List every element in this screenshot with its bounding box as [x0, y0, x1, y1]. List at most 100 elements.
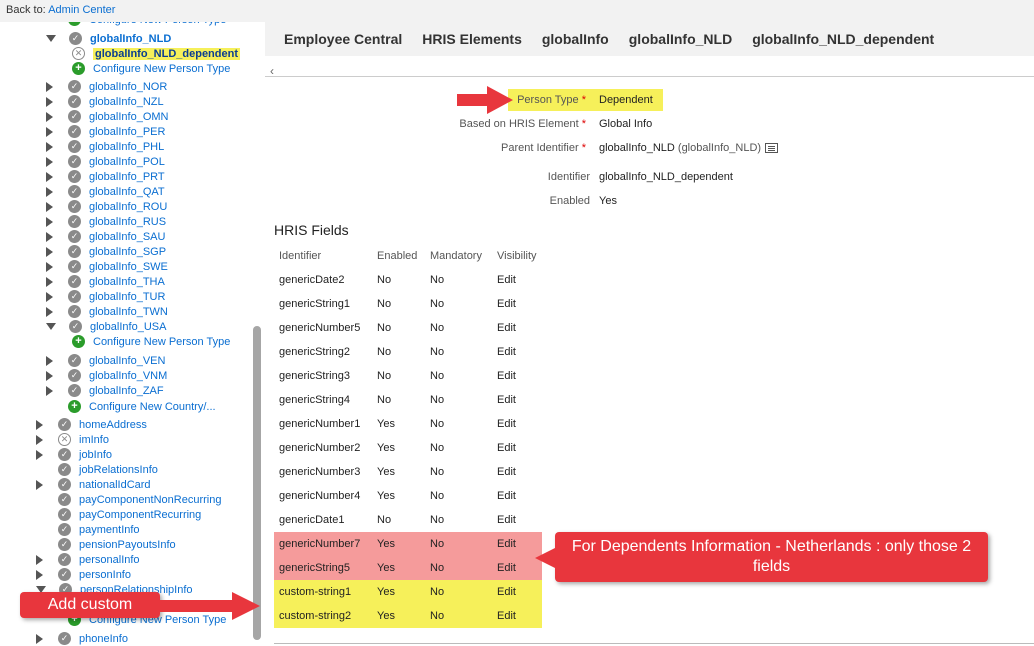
tree-item[interactable]: ✓ globalInfo_POL — [46, 154, 165, 169]
expand-icon[interactable] — [46, 231, 53, 242]
tree-item-label[interactable]: phoneInfo — [79, 633, 128, 645]
breadcrumb-item[interactable]: globalInfo — [542, 31, 609, 47]
tree-item-label[interactable]: globalInfo_TWN — [89, 306, 168, 318]
tree-item-label[interactable]: globalInfo_POL — [89, 156, 165, 168]
tree-item[interactable]: ✓ globalInfo_PER — [46, 124, 165, 139]
tree-item-label[interactable]: jobRelationsInfo — [79, 464, 158, 476]
tree-item-label[interactable]: globalInfo_OMN — [89, 111, 169, 123]
expand-icon[interactable] — [46, 186, 53, 197]
tree-item-label[interactable]: globalInfo_QAT — [89, 186, 165, 198]
tree-item[interactable]: + Configure New Person Type — [46, 22, 226, 27]
tree-item-label[interactable]: paymentInfo — [79, 524, 140, 536]
tree-item[interactable]: ✓ payComponentNonRecurring — [36, 492, 221, 507]
tree-item-label[interactable]: globalInfo_ROU — [89, 201, 167, 213]
tree-item[interactable]: ✓ globalInfo_NZL — [46, 94, 164, 109]
tree-item-label[interactable]: globalInfo_SAU — [89, 231, 165, 243]
tree-item-label[interactable]: imInfo — [79, 434, 109, 446]
tree-item-label[interactable]: globalInfo_THA — [89, 276, 165, 288]
tree-item[interactable]: ✓ paymentInfo — [36, 522, 140, 537]
expand-icon[interactable] — [46, 370, 53, 381]
tree-item[interactable]: ✓ globalInfo_RUS — [46, 214, 166, 229]
expand-icon[interactable] — [46, 246, 53, 257]
tree-item-label[interactable]: personalInfo — [79, 554, 140, 566]
table-row[interactable]: genericString4 No No Edit — [274, 388, 542, 412]
expand-icon[interactable] — [36, 569, 43, 580]
collapse-icon[interactable] — [46, 35, 56, 42]
tree-item-label[interactable]: globalInfo_PER — [89, 126, 165, 138]
collapse-icon[interactable] — [46, 323, 56, 330]
tree-item[interactable]: ✓ globalInfo_VEN — [46, 353, 165, 368]
tree-item[interactable]: ✓ globalInfo_TUR — [46, 289, 165, 304]
tree-item-label[interactable]: personInfo — [79, 569, 131, 581]
tree-item-label[interactable]: payComponentRecurring — [79, 509, 201, 521]
tree-item-label[interactable]: globalInfo_NLD — [90, 33, 171, 45]
tree-item[interactable]: ✓ personalInfo — [36, 552, 140, 567]
expand-icon[interactable] — [36, 633, 43, 644]
tree-item[interactable]: ✓ globalInfo_TWN — [46, 304, 168, 319]
tree-item-label[interactable]: globalInfo_VEN — [89, 355, 165, 367]
table-row[interactable]: genericString1 No No Edit — [274, 292, 542, 316]
tree-item-label[interactable]: homeAddress — [79, 419, 147, 431]
tree-item[interactable]: ✓ globalInfo_SGP — [46, 244, 166, 259]
tree-item[interactable]: ✓ globalInfo_ZAF — [46, 383, 164, 398]
tree-item-label[interactable]: globalInfo_VNM — [89, 370, 167, 382]
tree-item[interactable]: ✓ personInfo — [36, 567, 131, 582]
tree-item-label[interactable]: globalInfo_USA — [90, 321, 166, 333]
expand-icon[interactable] — [36, 434, 43, 445]
tree-item[interactable]: ✓ globalInfo_PRT — [46, 169, 165, 184]
tree-item[interactable]: ✕ imInfo — [36, 432, 109, 447]
expand-icon[interactable] — [46, 306, 53, 317]
tree-item-label[interactable]: payComponentNonRecurring — [79, 494, 221, 506]
expand-icon[interactable] — [46, 216, 53, 227]
tree-item-label[interactable]: Configure New Person Type — [89, 22, 226, 26]
table-row[interactable]: custom-string1 Yes No Edit — [274, 580, 542, 604]
table-row[interactable]: genericString5 Yes No Edit — [274, 556, 542, 580]
tree-item-label[interactable]: Configure New Person Type — [93, 63, 230, 75]
tree-item[interactable]: + Configure New Country/... — [46, 399, 216, 414]
breadcrumb-item[interactable]: HRIS Elements — [422, 31, 522, 47]
expand-icon[interactable] — [46, 156, 53, 167]
tree-item-label[interactable]: pensionPayoutsInfo — [79, 539, 176, 551]
tree-item[interactable]: ✓ globalInfo_USA — [46, 319, 166, 334]
expand-icon[interactable] — [46, 111, 53, 122]
expand-icon[interactable] — [46, 81, 53, 92]
expand-icon[interactable] — [36, 479, 43, 490]
tree-item[interactable]: ✓ pensionPayoutsInfo — [36, 537, 176, 552]
expand-icon[interactable] — [46, 126, 53, 137]
tree-item[interactable]: ✓ globalInfo_THA — [46, 274, 165, 289]
expand-icon[interactable] — [36, 449, 43, 460]
tree-item[interactable]: ✓ homeAddress — [36, 417, 147, 432]
tree-item[interactable]: ✓ payComponentRecurring — [36, 507, 201, 522]
tree-item-label[interactable]: jobInfo — [79, 449, 112, 461]
table-row[interactable]: genericNumber7 Yes No Edit — [274, 532, 542, 556]
tree-item[interactable]: + Configure New Person Type — [72, 61, 230, 76]
table-row[interactable]: genericDate2 No No Edit — [274, 268, 542, 292]
expand-icon[interactable] — [46, 291, 53, 302]
tree-item-label[interactable]: globalInfo_NZL — [89, 96, 164, 108]
tree-item[interactable]: ✓ nationalIdCard — [36, 477, 151, 492]
tree-item[interactable]: ✓ globalInfo_QAT — [46, 184, 165, 199]
tree-item[interactable]: ✕ globalInfo_NLD_dependent — [72, 46, 240, 61]
tree-item-label[interactable]: nationalIdCard — [79, 479, 151, 491]
tree-item[interactable]: ✓ globalInfo_ROU — [46, 199, 167, 214]
tree-item[interactable]: ✓ globalInfo_PHL — [46, 139, 164, 154]
breadcrumb-item[interactable]: globalInfo_NLD_dependent — [752, 31, 934, 47]
expand-icon[interactable] — [46, 261, 53, 272]
tree-item[interactable]: ✓ jobInfo — [36, 447, 112, 462]
table-row[interactable]: custom-string2 Yes No Edit — [274, 604, 542, 628]
tree-item[interactable]: ✓ phoneInfo — [36, 631, 128, 646]
tree-item-label[interactable]: globalInfo_PHL — [89, 141, 164, 153]
tree-item-label[interactable]: globalInfo_NOR — [89, 81, 167, 93]
table-row[interactable]: genericNumber1 Yes No Edit — [274, 412, 542, 436]
table-row[interactable]: genericNumber3 Yes No Edit — [274, 460, 542, 484]
tree-item-label[interactable]: globalInfo_TUR — [89, 291, 165, 303]
tree-item[interactable]: ✓ jobRelationsInfo — [36, 462, 158, 477]
table-row[interactable]: genericNumber2 Yes No Edit — [274, 436, 542, 460]
expand-icon[interactable] — [46, 96, 53, 107]
table-row[interactable]: genericString2 No No Edit — [274, 340, 542, 364]
tree-item-label[interactable]: Configure New Country/... — [89, 401, 216, 413]
tree-item-label[interactable]: globalInfo_ZAF — [89, 385, 164, 397]
table-row[interactable]: genericNumber4 Yes No Edit — [274, 484, 542, 508]
tree-item[interactable]: ✓ globalInfo_OMN — [46, 109, 169, 124]
tree-item[interactable]: ✓ globalInfo_NOR — [46, 79, 167, 94]
